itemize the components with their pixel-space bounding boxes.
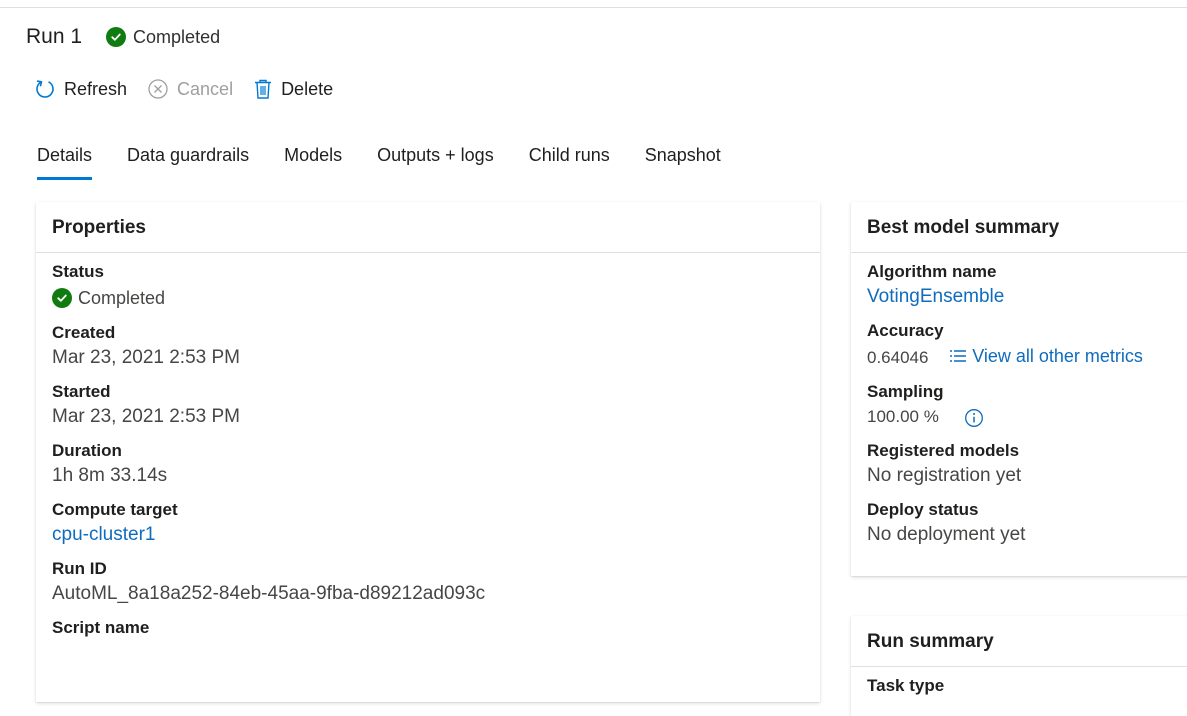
tab-snapshot[interactable]: Snapshot [645,140,721,180]
duration-property: Duration 1h 8m 33.14s [52,440,804,490]
cancel-label: Cancel [177,78,234,99]
best-model-title: Best model summary [851,202,1187,253]
run-summary-card: Run summary Task type [851,616,1187,716]
script-name-property: Script name [52,617,804,639]
started-property: Started Mar 23, 2021 2:53 PM [52,381,804,431]
started-label: Started [52,382,111,401]
registered-models-value: No registration yet [867,465,1022,486]
page-title: Run 1 [26,25,83,48]
view-metrics-label: View all other metrics [972,346,1143,366]
algorithm-property: Algorithm name VotingEnsemble [867,261,1185,311]
trash-icon [253,78,273,100]
tab-models[interactable]: Models [284,140,342,180]
refresh-icon [34,78,56,100]
best-model-summary-card: Best model summary Algorithm name Voting… [851,202,1187,576]
run-id-property: Run ID AutoML_8a18a252-84eb-45aa-9fba-d8… [52,558,804,608]
run-summary-title: Run summary [851,616,1187,667]
created-label: Created [52,323,116,342]
toolbar: Refresh Cancel Delete [34,74,353,104]
tab-outputs-logs[interactable]: Outputs + logs [377,140,494,180]
properties-title: Properties [36,202,820,253]
status-label: Status [52,262,104,281]
run-header: Run 1 Completed [26,22,220,52]
check-circle-icon [52,288,72,308]
deploy-status-value: No deployment yet [867,524,1026,545]
algorithm-link[interactable]: VotingEnsemble [867,283,1185,311]
accuracy-value: 0.64046 [867,348,929,367]
created-value: Mar 23, 2021 2:53 PM [52,347,240,368]
tab-child-runs[interactable]: Child runs [529,140,610,180]
properties-card: Properties Status Completed Created Mar … [36,202,820,702]
sampling-value: 100.00 % [867,407,939,426]
compute-target-label: Compute target [52,500,178,519]
refresh-button[interactable]: Refresh [34,78,127,100]
task-type-property: Task type [867,675,1185,697]
deploy-status-property: Deploy status No deployment yet [867,499,1185,549]
accuracy-label: Accuracy [867,321,944,340]
delete-label: Delete [281,78,334,99]
cancel-button[interactable]: Cancel [147,78,233,100]
refresh-label: Refresh [64,78,128,99]
run-id-label: Run ID [52,559,107,578]
sampling-row: 100.00 % [867,403,1185,431]
top-divider [0,7,1187,8]
sampling-label: Sampling [867,382,944,401]
status-value-text: Completed [78,287,166,308]
accuracy-property: Accuracy 0.64046 View all other metrics [867,320,1185,372]
registered-models-label: Registered models [867,441,1020,460]
run-status: Completed [106,27,220,48]
cancel-circle-icon [147,78,169,100]
sampling-property: Sampling 100.00 % [867,381,1185,431]
info-icon[interactable] [964,408,984,428]
duration-value: 1h 8m 33.14s [52,465,168,486]
tab-data-guardrails[interactable]: Data guardrails [127,140,249,180]
run-id-value: AutoML_8a18a252-84eb-45aa-9fba-d89212ad0… [52,583,486,604]
status-property: Status Completed [52,261,804,313]
compute-target-link[interactable]: cpu-cluster1 [52,521,804,549]
status-value: Completed [52,283,804,313]
run-status-label: Completed [133,26,221,47]
algorithm-label: Algorithm name [867,262,997,281]
tab-bar: Details Data guardrails Models Outputs +… [37,140,756,182]
compute-target-property: Compute target cpu-cluster1 [52,499,804,549]
accuracy-row: 0.64046 View all other metrics [867,342,1185,372]
view-metrics-link[interactable]: View all other metrics [949,342,1143,370]
script-name-label: Script name [52,618,150,637]
deploy-status-label: Deploy status [867,500,979,519]
tab-details[interactable]: Details [37,140,93,180]
started-value: Mar 23, 2021 2:53 PM [52,406,240,427]
duration-label: Duration [52,441,122,460]
task-type-label: Task type [867,676,945,695]
check-circle-icon [106,27,127,47]
registered-models-property: Registered models No registration yet [867,440,1185,490]
list-icon [950,350,967,362]
delete-button[interactable]: Delete [253,78,333,100]
created-property: Created Mar 23, 2021 2:53 PM [52,322,804,372]
